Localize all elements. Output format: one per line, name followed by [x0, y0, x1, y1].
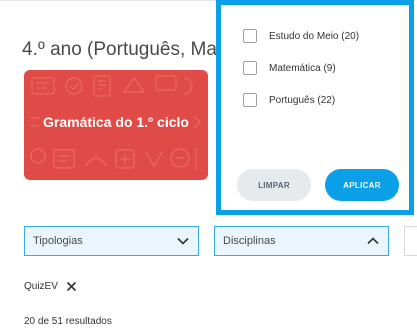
checkbox[interactable] [243, 93, 257, 107]
option-matematica[interactable]: Matemática (9) [243, 59, 336, 77]
option-label: Estudo do Meio (20) [269, 30, 360, 42]
disciplinas-label: Disciplinas [223, 235, 276, 247]
option-label: Português (22) [269, 94, 336, 106]
disciplinas-dropdown: Estudo do Meio (20) Matemática (9) Portu… [216, 0, 414, 215]
tipologias-label: Tipologias [33, 235, 83, 247]
clear-button[interactable]: LIMPAR [237, 169, 311, 201]
apply-button[interactable]: APLICAR [325, 169, 399, 201]
option-label: Matemática (9) [269, 62, 336, 74]
resource-card[interactable]: Gramática do 1.º ciclo [24, 70, 208, 180]
card-title: Gramática do 1.º ciclo [43, 114, 189, 130]
next-select[interactable] [404, 226, 417, 256]
tipologias-select[interactable]: Tipologias [24, 226, 199, 256]
option-portugues[interactable]: Português (22) [243, 91, 335, 109]
option-estudo-do-meio[interactable]: Estudo do Meio (20) [243, 27, 359, 45]
active-filter-chip: QuizEV [24, 275, 77, 297]
page-title: 4.º ano (Português, Matemática) [22, 39, 232, 60]
close-icon[interactable] [66, 281, 77, 292]
divider [0, 0, 220, 1]
chevron-up-icon [367, 237, 379, 245]
checkbox[interactable] [243, 61, 257, 75]
results-count: 20 de 51 resultados [24, 316, 112, 327]
chevron-down-icon [177, 237, 189, 245]
page: 4.º ano (Português, Matemática) [0, 0, 417, 330]
chip-label: QuizEV [24, 280, 58, 292]
checkbox[interactable] [243, 29, 257, 43]
disciplinas-select[interactable]: Disciplinas [214, 226, 389, 256]
